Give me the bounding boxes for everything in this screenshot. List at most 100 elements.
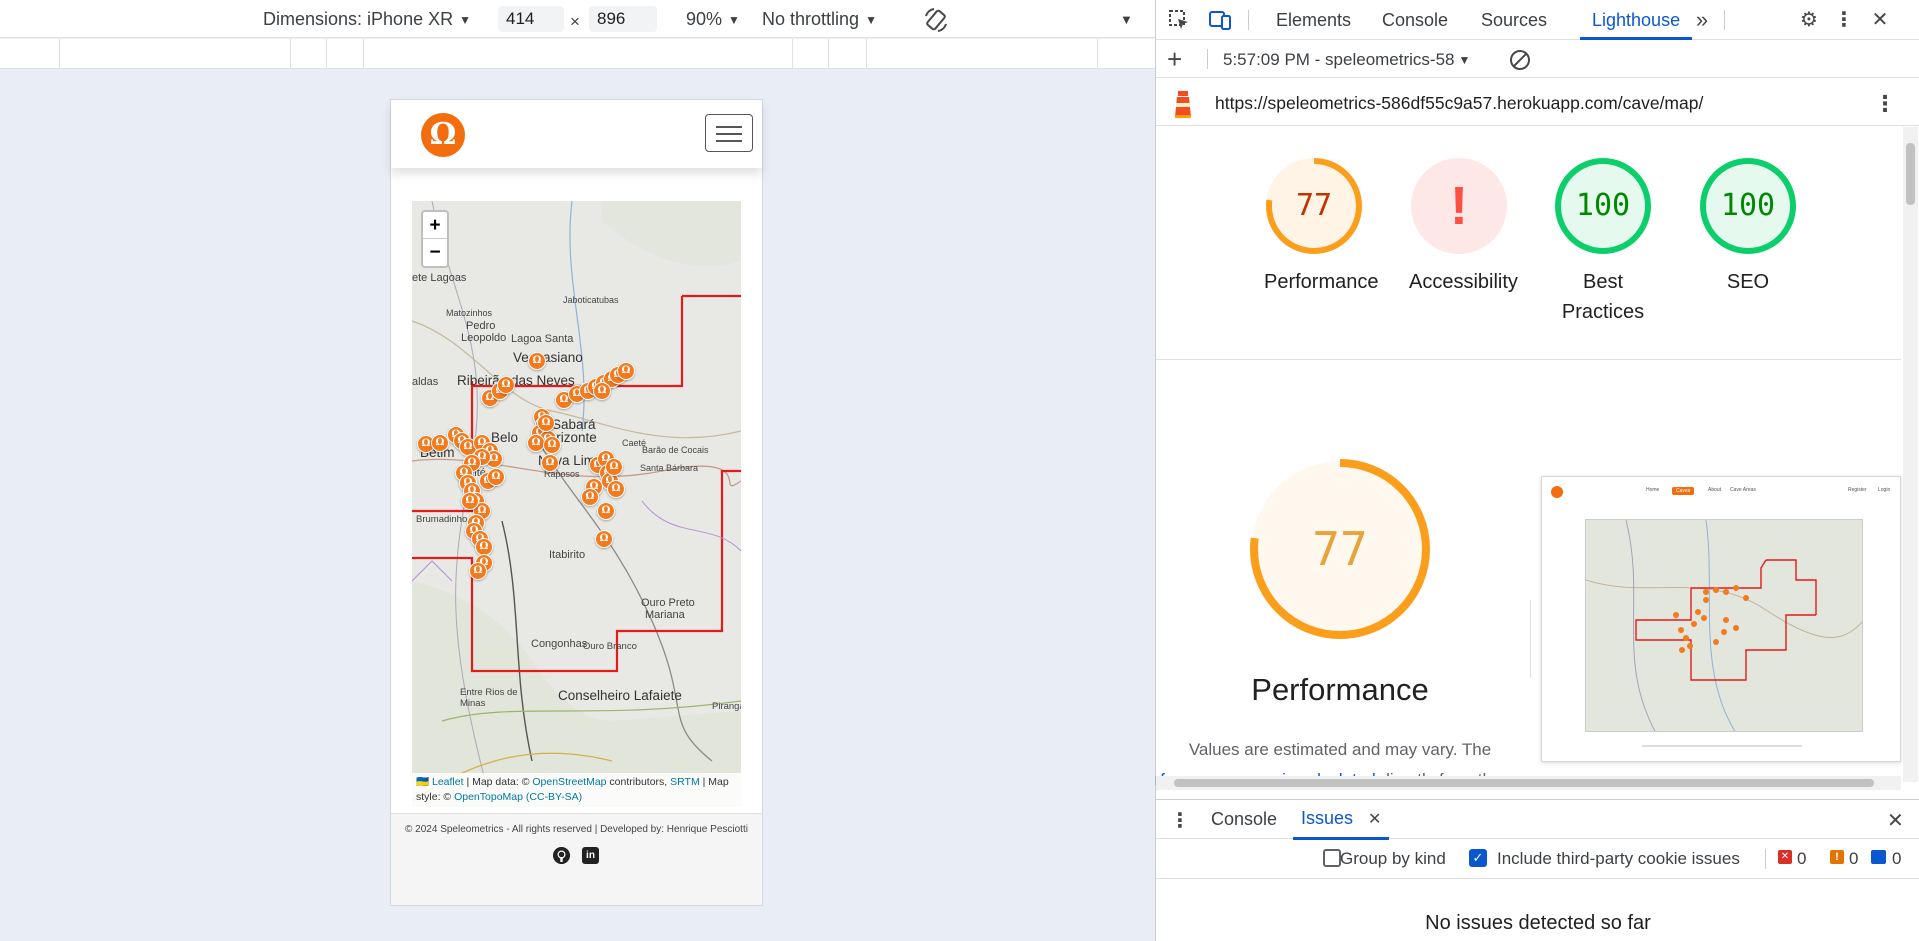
inspect-element-icon[interactable]	[1167, 8, 1191, 32]
thumbnail-map	[1585, 519, 1863, 732]
media-query-segment[interactable]	[59, 39, 60, 69]
scrollbar-thumb[interactable]	[1174, 779, 1874, 787]
media-query-segment[interactable]	[828, 39, 829, 69]
cave-marker[interactable]: Ω	[597, 502, 615, 520]
score-gauge-seo[interactable]: 100 SEO	[1698, 156, 1798, 297]
media-query-segment[interactable]	[363, 39, 364, 69]
github-icon[interactable]	[553, 847, 570, 864]
error-icon: ✕	[1778, 850, 1792, 864]
report-menu-icon[interactable]: ⋮	[1874, 91, 1896, 117]
cave-marker[interactable]: Ω	[537, 414, 555, 432]
gauge-score-seo: 100	[1720, 188, 1776, 223]
toolbar-divider	[1248, 10, 1249, 30]
footer-copyright: © 2024 Speleometrics - All rights reserv…	[405, 824, 748, 835]
toolbar-divider	[1765, 849, 1766, 869]
thumbnail-nav-item: Login	[1878, 487, 1891, 493]
thumbnail-map-drawing	[1586, 520, 1862, 731]
map-label: Jaboticatubas	[563, 295, 619, 305]
cave-marker[interactable]: Ω	[461, 492, 479, 510]
zoom-dropdown[interactable]: 90% ▼	[686, 9, 740, 30]
device-dimensions-dropdown[interactable]: Dimensions: iPhone XR ▼	[263, 9, 471, 30]
close-drawer-icon[interactable]: ✕	[1887, 808, 1904, 833]
new-report-icon[interactable]: +	[1167, 44, 1182, 75]
drawer-menu-icon[interactable]: ⋮	[1170, 808, 1190, 833]
final-screenshot-thumbnail[interactable]: Home Caves About Cave Areas Register Login	[1541, 476, 1901, 762]
cave-marker[interactable]: Ω	[497, 376, 515, 394]
cave-marker[interactable]: Ω	[541, 454, 559, 472]
media-query-segment[interactable]	[866, 39, 867, 69]
openstreetmap-link[interactable]: OpenStreetMap	[532, 776, 606, 788]
report-url[interactable]: https://speleometrics-586df55c9a57.herok…	[1215, 93, 1703, 114]
info-count[interactable]: 0	[1892, 849, 1901, 869]
media-query-segment[interactable]	[290, 39, 291, 69]
srtm-link[interactable]: SRTM	[670, 776, 700, 788]
drawer-tab-issues[interactable]: Issues ✕	[1293, 800, 1390, 840]
leaflet-link[interactable]: 🇺🇦 Leaflet	[416, 776, 464, 788]
cave-marker[interactable]: Ω	[487, 468, 505, 486]
throttling-dropdown[interactable]: No throttling ▼	[762, 9, 877, 30]
cave-marker[interactable]: Ω	[581, 488, 599, 506]
map-label: Conselheiro Lafaiete	[558, 688, 682, 703]
media-query-segment[interactable]	[1097, 39, 1098, 69]
opentopomap-link[interactable]: OpenTopoMap	[454, 791, 523, 803]
map-label: Congonhas	[531, 638, 588, 650]
scrollbar-thumb[interactable]	[1906, 143, 1915, 205]
error-count[interactable]: 0	[1797, 849, 1806, 869]
close-devtools-icon[interactable]: ✕	[1868, 8, 1892, 32]
navbar-toggle-button[interactable]	[705, 114, 753, 152]
tab-elements[interactable]: Elements	[1276, 0, 1351, 40]
zoom-in-button[interactable]: +	[423, 212, 447, 239]
linkedin-icon[interactable]: in	[582, 847, 599, 864]
close-tab-icon[interactable]: ✕	[1368, 811, 1381, 828]
cave-marker[interactable]: Ω	[595, 530, 613, 548]
drawer-tab-console[interactable]: Console	[1211, 800, 1277, 840]
omega-logo[interactable]: Ω	[421, 113, 465, 157]
tab-console[interactable]: Console	[1382, 0, 1448, 40]
site-footer: © 2024 Speleometrics - All rights reserv…	[391, 813, 762, 905]
report-selector-dropdown[interactable]: 5:57:09 PM - speleometrics-58 ▼	[1223, 50, 1470, 70]
devtools-panel: Elements Console Sources Lighthouse » ⚙ …	[1155, 0, 1919, 941]
license-link[interactable]: (CC-BY-SA)	[526, 791, 582, 803]
rotate-icon[interactable]	[922, 6, 950, 34]
section-divider	[1156, 359, 1901, 360]
device-height-input[interactable]: 896	[589, 6, 657, 32]
thumbnail-nav-item: Caves	[1672, 487, 1695, 495]
zoom-out-button[interactable]: −	[423, 239, 447, 266]
more-tabs-icon[interactable]: »	[1690, 8, 1714, 32]
report-horizontal-scrollbar[interactable]	[1156, 776, 1901, 790]
device-toolbar-toggle-icon[interactable]	[1208, 8, 1232, 32]
cave-marker[interactable]: Ω	[617, 362, 635, 380]
media-query-segment[interactable]	[326, 39, 327, 69]
third-party-cookie-label: Include third-party cookie issues	[1497, 849, 1740, 868]
cave-marker[interactable]: Ω	[607, 480, 625, 498]
tab-lighthouse[interactable]: Lighthouse	[1580, 0, 1693, 40]
customize-menu-icon[interactable]: ⋮	[1832, 8, 1856, 32]
cave-marker[interactable]: Ω	[469, 562, 487, 580]
report-url-bar: https://speleometrics-586df55c9a57.herok…	[1156, 79, 1919, 126]
toolbar-divider	[1724, 10, 1725, 30]
score-gauge-accessibility[interactable]: ! Accessibility	[1409, 156, 1518, 297]
cave-marker[interactable]: Ω	[543, 436, 561, 454]
attribution-text: contributors,	[606, 776, 671, 788]
map-label: aldas	[412, 376, 439, 388]
cave-marker[interactable]: Ω	[431, 434, 449, 452]
clear-reports-icon[interactable]	[1508, 48, 1532, 72]
cave-map[interactable]: ete Lagoas Jaboticatubas Matozinhos Pedr…	[412, 201, 741, 807]
device-width-input[interactable]: 414	[498, 6, 564, 32]
hamburger-line	[716, 126, 742, 128]
cave-marker[interactable]: Ω	[605, 458, 623, 476]
score-gauge-best-practices[interactable]: 100 Best Practices	[1553, 156, 1653, 327]
settings-gear-icon[interactable]: ⚙	[1797, 8, 1821, 32]
report-vertical-scrollbar[interactable]	[1903, 127, 1918, 782]
gauge-label-seo: SEO	[1726, 271, 1770, 293]
media-query-segment[interactable]	[792, 39, 793, 69]
score-gauge-performance[interactable]: 77 Performance	[1264, 156, 1379, 297]
more-options-caret-icon[interactable]: ▼	[1120, 12, 1133, 27]
cave-marker[interactable]: Ω	[528, 352, 546, 370]
cave-marker[interactable]: Ω	[593, 382, 611, 400]
third-party-cookie-checkbox[interactable]: ✓	[1469, 849, 1487, 867]
group-by-kind-checkbox[interactable]	[1323, 849, 1341, 867]
tab-sources[interactable]: Sources	[1481, 0, 1547, 40]
performance-score-large: 77	[1312, 522, 1368, 576]
warning-count[interactable]: 0	[1849, 849, 1858, 869]
